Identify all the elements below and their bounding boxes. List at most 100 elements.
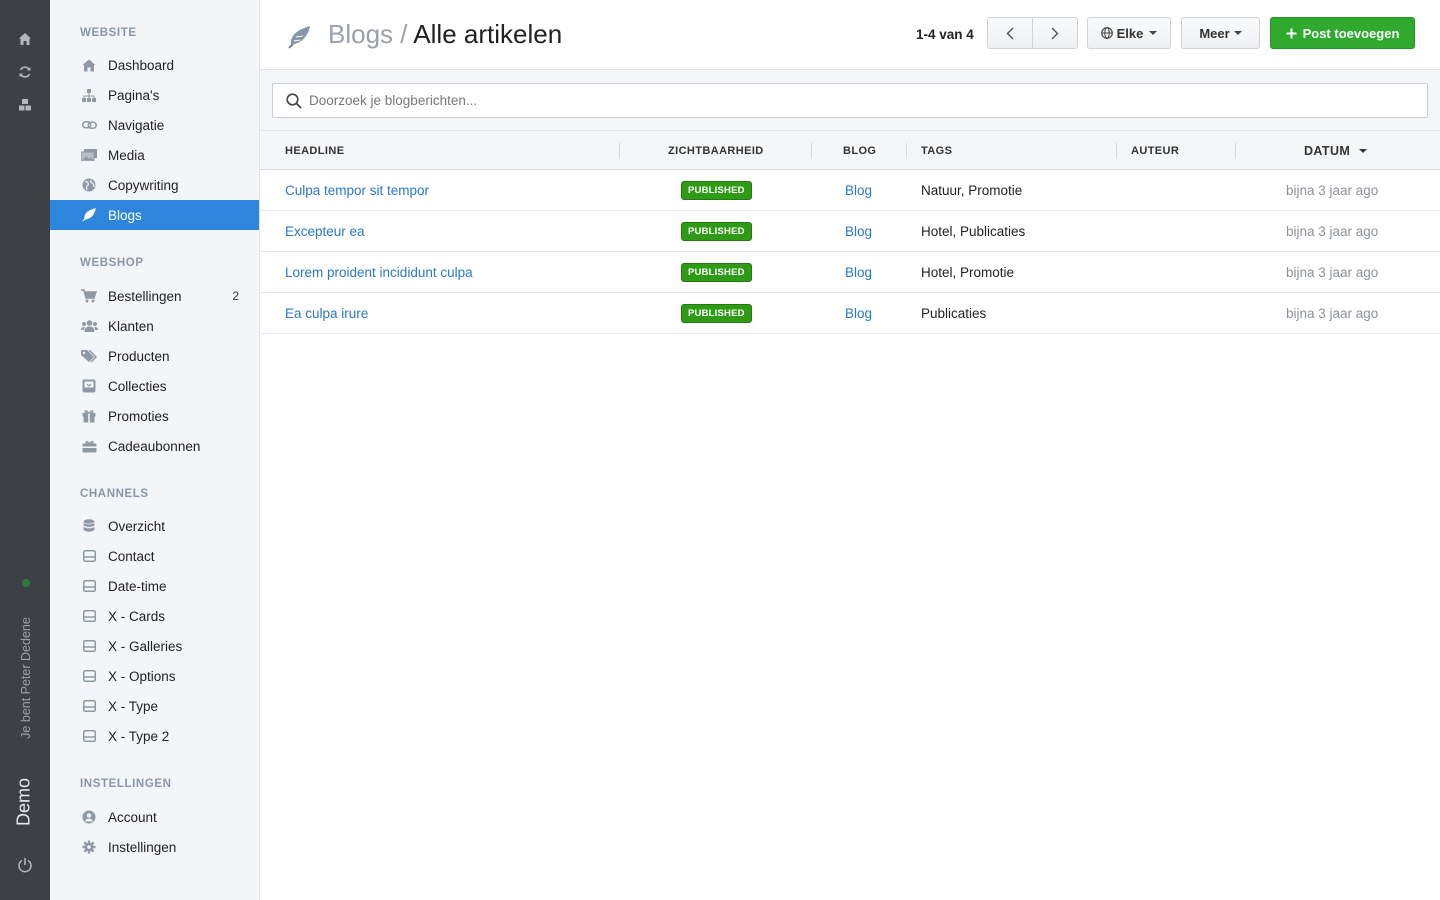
sync-icon[interactable] bbox=[15, 62, 35, 82]
post-headline-link[interactable]: Lorem proident incididunt culpa bbox=[285, 252, 473, 292]
status-badge: PUBLISHED bbox=[681, 303, 752, 323]
blog-link[interactable]: Blog bbox=[845, 211, 872, 251]
sort-descending-icon bbox=[1359, 148, 1368, 153]
status-badge: PUBLISHED bbox=[681, 180, 752, 200]
column-header-headline[interactable]: HEADLINE bbox=[285, 131, 344, 170]
orders-count-badge: 2 bbox=[232, 289, 239, 303]
sidebar-item-label: Copywriting bbox=[108, 177, 179, 193]
column-divider bbox=[811, 143, 812, 159]
sidebar-item-navigatie[interactable]: Navigatie bbox=[50, 110, 259, 140]
sidebar-item-label: Promoties bbox=[108, 408, 169, 424]
sidebar-item-label: Collecties bbox=[108, 378, 167, 394]
sidebar-item-label: Cadeaubonnen bbox=[108, 438, 201, 454]
column-header-auteur[interactable]: AUTEUR bbox=[1131, 131, 1179, 170]
table-row[interactable]: Excepteur ea PUBLISHED Blog Hotel, Publi… bbox=[260, 211, 1440, 252]
sidebar-item-label: Bestellingen bbox=[108, 288, 182, 304]
sidebar-item-date-time[interactable]: Date-time bbox=[50, 571, 259, 601]
blog-link[interactable]: Blog bbox=[845, 293, 872, 333]
sidebar-item-x-galleries[interactable]: X - Galleries bbox=[50, 631, 259, 661]
sidebar-item-bestellingen[interactable]: Bestellingen 2 bbox=[50, 281, 259, 311]
sidebar-item-label: X - Type bbox=[108, 698, 159, 714]
cubes-icon[interactable] bbox=[15, 95, 35, 115]
sidebar-item-klanten[interactable]: Klanten bbox=[50, 311, 259, 341]
column-header-datum[interactable]: DATUM bbox=[1304, 131, 1368, 170]
sidebar-item-copywriting[interactable]: Copywriting bbox=[50, 170, 259, 200]
form-icon bbox=[80, 607, 98, 625]
breadcrumb-blogs[interactable]: Blogs bbox=[328, 19, 393, 49]
plus-icon bbox=[1286, 28, 1297, 38]
sidebar-item-cadeaubonnen[interactable]: Cadeaubonnen bbox=[50, 431, 259, 461]
form-icon bbox=[80, 637, 98, 655]
sidebar-item-x-options[interactable]: X - Options bbox=[50, 661, 259, 691]
sidebar-item-collecties[interactable]: Collecties bbox=[50, 371, 259, 401]
sidebar-item-contact[interactable]: Contact bbox=[50, 541, 259, 571]
feather-icon bbox=[286, 24, 312, 50]
post-headline-link[interactable]: Excepteur ea bbox=[285, 211, 365, 251]
cart-icon bbox=[80, 287, 98, 305]
search-icon bbox=[286, 93, 302, 109]
post-headline-link[interactable]: Culpa tempor sit tempor bbox=[285, 170, 429, 210]
next-page-button[interactable] bbox=[1032, 17, 1078, 49]
more-dropdown-button[interactable]: Meer bbox=[1181, 17, 1260, 49]
column-header-blog[interactable]: BLOG bbox=[843, 131, 876, 170]
page-title: Blogs / Alle artikelen bbox=[328, 19, 562, 50]
sidebar-item-dashboard[interactable]: Dashboard bbox=[50, 50, 259, 80]
sidebar-item-label: Media bbox=[108, 147, 145, 163]
sidebar-item-overzicht[interactable]: Overzicht bbox=[50, 511, 259, 541]
column-header-zichtbaarheid[interactable]: ZICHTBAARHEID bbox=[668, 131, 764, 170]
post-headline-link[interactable]: Ea culpa irure bbox=[285, 293, 368, 333]
sidebar-item-paginas[interactable]: Pagina's bbox=[50, 80, 259, 110]
sidebar-item-instellingen[interactable]: Instellingen bbox=[50, 832, 259, 862]
table-header: HEADLINE ZICHTBAARHEID BLOG TAGS AUTEUR … bbox=[260, 130, 1440, 170]
form-icon bbox=[80, 547, 98, 565]
add-post-label: Post toevoegen bbox=[1302, 25, 1400, 41]
sidebar-item-label: Contact bbox=[108, 548, 155, 564]
sidebar-item-account[interactable]: Account bbox=[50, 802, 259, 832]
sidebar-heading-channels: CHANNELS bbox=[80, 488, 149, 500]
tags-cell: Hotel, Promotie bbox=[921, 264, 1015, 280]
language-filter-dropdown[interactable]: Elke bbox=[1087, 17, 1171, 49]
sidebar-item-label: Instellingen bbox=[108, 839, 177, 855]
search-bar bbox=[260, 70, 1440, 130]
app-name[interactable]: Demo bbox=[14, 778, 35, 826]
tags-cell: Natuur, Promotie bbox=[921, 182, 1023, 198]
sidebar-item-label: Dashboard bbox=[108, 57, 175, 73]
breadcrumb-separator: / bbox=[393, 19, 414, 49]
status-badge: PUBLISHED bbox=[681, 262, 752, 282]
tags-cell: Publicaties bbox=[921, 305, 987, 321]
sidebar-item-producten[interactable]: Producten bbox=[50, 341, 259, 371]
page-title-text: Alle artikelen bbox=[413, 19, 563, 49]
chevron-left-icon bbox=[1006, 27, 1014, 39]
date-cell: bijna 3 jaar ago bbox=[1286, 305, 1379, 321]
add-post-button[interactable]: Post toevoegen bbox=[1270, 17, 1415, 49]
visibility-cell: PUBLISHED bbox=[681, 293, 752, 333]
blog-link[interactable]: Blog bbox=[845, 170, 872, 210]
sidebar-item-x-type-2[interactable]: X - Type 2 bbox=[50, 721, 259, 751]
sidebar-item-label: Account bbox=[108, 809, 157, 825]
search-input[interactable] bbox=[309, 84, 1409, 117]
form-icon bbox=[80, 697, 98, 715]
sidebar-item-blogs[interactable]: Blogs bbox=[50, 200, 259, 230]
form-icon bbox=[80, 667, 98, 685]
table-row[interactable]: Ea culpa irure PUBLISHED Blog Publicatie… bbox=[260, 293, 1440, 334]
page-header: Blogs / Alle artikelen 1-4 van 4 Elke Me… bbox=[260, 0, 1440, 70]
column-header-tags[interactable]: TAGS bbox=[921, 131, 952, 170]
sidebar-item-x-type[interactable]: X - Type bbox=[50, 691, 259, 721]
feather-icon bbox=[80, 206, 98, 224]
column-header-datum-label: DATUM bbox=[1304, 143, 1351, 158]
table-row[interactable]: Culpa tempor sit tempor PUBLISHED Blog N… bbox=[260, 170, 1440, 211]
previous-page-button[interactable] bbox=[987, 17, 1033, 49]
date-cell: bijna 3 jaar ago bbox=[1286, 223, 1379, 239]
sidebar-item-media[interactable]: Media bbox=[50, 140, 259, 170]
visibility-cell: PUBLISHED bbox=[681, 170, 752, 210]
sidebar-heading-instellingen: INSTELLINGEN bbox=[80, 778, 172, 790]
sidebar-item-label: X - Type 2 bbox=[108, 728, 170, 744]
sidebar-item-x-cards[interactable]: X - Cards bbox=[50, 601, 259, 631]
power-icon[interactable] bbox=[15, 855, 35, 875]
home-icon[interactable] bbox=[15, 29, 35, 49]
sidebar-item-promoties[interactable]: Promoties bbox=[50, 401, 259, 431]
blog-link[interactable]: Blog bbox=[845, 252, 872, 292]
column-divider bbox=[1235, 143, 1236, 159]
table-row[interactable]: Lorem proident incididunt culpa PUBLISHE… bbox=[260, 252, 1440, 293]
gear-icon bbox=[80, 838, 98, 856]
